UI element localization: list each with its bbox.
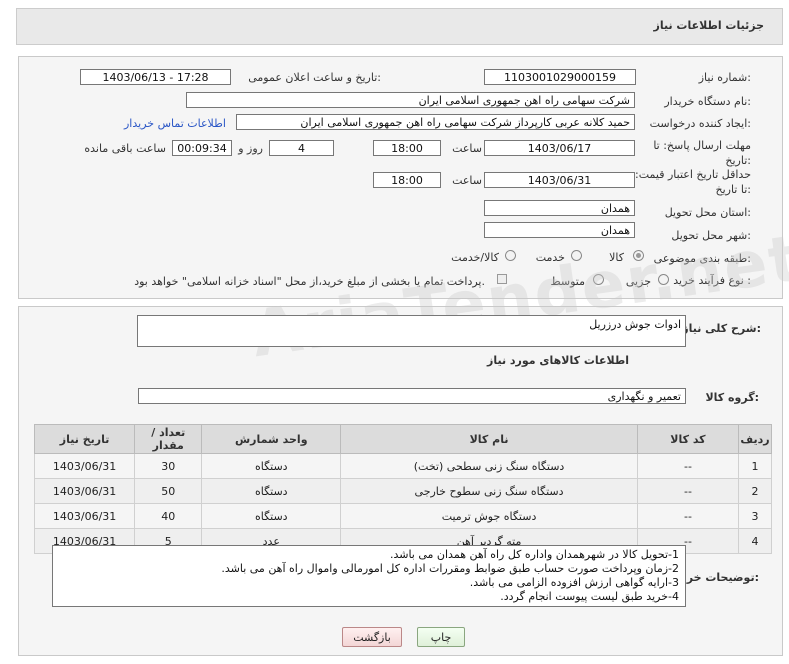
buyer-contact-link[interactable]: اطلاعات تماس خریدار	[124, 117, 226, 130]
need-number-label: شماره نیاز:	[698, 71, 751, 84]
cell-need-date: 1403/06/31	[33, 478, 136, 504]
goods-info-title: اطلاعات کالاهای مورد نیاز	[487, 354, 629, 367]
price-validity-time-label: ساعت	[452, 174, 482, 187]
cell-quantity: 40	[134, 503, 203, 529]
cell-row-number: 1	[737, 453, 773, 479]
days-label: روز و	[238, 142, 263, 155]
price-validity-time-field: 18:00	[373, 172, 441, 188]
announce-datetime-field: 1403/06/13 - 17:28	[80, 69, 231, 85]
reply-time-label: ساعت	[452, 142, 482, 155]
description-field: ادوات جوش درزریل	[137, 315, 686, 347]
requester-label: ایجاد کننده درخواست:	[649, 117, 751, 130]
days-field: 4	[269, 140, 334, 156]
remaining-time-label: ساعت باقی مانده	[84, 142, 166, 155]
cell-goods-name: دستگاه سنگ زنی سطوح خارجی	[340, 478, 638, 504]
cell-row-number: 4	[737, 528, 773, 554]
table-row: 1403/06/31 40 دستگاه دستگاه جوش ترمیت --…	[33, 503, 773, 529]
cell-unit: دستگاه	[201, 503, 342, 529]
category-option-goods-service: کالا/خدمت	[451, 251, 499, 264]
buyer-note-line: 1-تحویل کالا در شهرهمدان واداره کل راه آ…	[389, 548, 679, 561]
cell-goods-code: --	[636, 478, 739, 504]
table-row: 1403/06/31 50 دستگاه دستگاه سنگ زنی سطوح…	[33, 478, 773, 504]
buyer-note-line: 3-ارایه گواهی ارزش افزوده الزامی می باشد…	[469, 576, 679, 589]
header-goods-name: نام کالا	[340, 424, 638, 454]
header-row: ردیف	[737, 424, 773, 454]
cell-goods-name: دستگاه جوش ترمیت	[340, 503, 638, 529]
cell-row-number: 3	[737, 503, 773, 529]
page-title: جزئیات اطلاعات نیاز	[653, 19, 765, 32]
goods-table-header: تاریخ نیاز تعداد / مقدار واحد شمارش نام …	[33, 424, 773, 454]
cell-unit: دستگاه	[201, 478, 342, 504]
print-button[interactable]: چاپ	[417, 627, 465, 647]
price-validity-label: حداقل تاریخ اعتبار قیمت: تا تاریخ:	[635, 168, 751, 196]
buyer-org-field: شرکت سهامی راه اهن جمهوری اسلامی ایران	[186, 92, 635, 108]
buyer-org-label: نام دستگاه خریدار:	[664, 95, 751, 108]
province-field: همدان	[484, 200, 635, 216]
buyer-notes-field: 1-تحویل کالا در شهرهمدان واداره کل راه آ…	[52, 545, 686, 607]
requester-field: حمید کلانه عربی کارپرداز شرکت سهامی راه …	[236, 114, 635, 130]
city-field: همدان	[484, 222, 635, 238]
cell-goods-name: دستگاه سنگ زنی سطحی (تخت)	[340, 453, 638, 479]
province-label: استان محل تحویل:	[664, 206, 751, 219]
cell-quantity: 30	[134, 453, 203, 479]
cell-goods-code: --	[636, 453, 739, 479]
cell-unit: دستگاه	[201, 453, 342, 479]
cell-quantity: 50	[134, 478, 203, 504]
header-goods-code: کد کالا	[636, 424, 739, 454]
reply-deadline-label: مهلت ارسال پاسخ: تا تاریخ:	[653, 139, 751, 167]
buyer-note-line: 2-زمان وپرداخت صورت حساب طبق ضوابط ومقرر…	[221, 562, 679, 575]
reply-date-field: 1403/06/17	[484, 140, 635, 156]
goods-table: تاریخ نیاز تعداد / مقدار واحد شمارش نام …	[33, 424, 773, 554]
cell-goods-code: --	[636, 503, 739, 529]
need-number-field: 1103001029000159	[484, 69, 636, 85]
header-unit: واحد شمارش	[201, 424, 342, 454]
reply-time-field: 18:00	[373, 140, 441, 156]
goods-group-field: تعمیر و نگهداری	[138, 388, 686, 404]
price-validity-date-field: 1403/06/31	[484, 172, 635, 188]
header-need-date: تاریخ نیاز	[33, 424, 136, 454]
remaining-time-field: 00:09:34	[172, 140, 232, 156]
goods-group-label: گروه کالا:	[705, 391, 759, 404]
cell-need-date: 1403/06/31	[33, 503, 136, 529]
announce-datetime-label: تاریخ و ساعت اعلان عمومی:	[248, 71, 381, 84]
cell-row-number: 2	[737, 478, 773, 504]
buyer-note-line: 4-خرید طبق لیست پیوست انجام گردد.	[500, 590, 679, 603]
table-row: 1403/06/31 30 دستگاه دستگاه سنگ زنی سطحی…	[33, 453, 773, 479]
page-header: جزئیات اطلاعات نیاز	[16, 8, 783, 45]
category-radio-goods-service[interactable]	[505, 250, 516, 261]
cell-need-date: 1403/06/31	[33, 453, 136, 479]
description-label: شرح کلی نیاز:	[682, 322, 761, 335]
header-quantity: تعداد / مقدار	[134, 424, 203, 454]
back-button[interactable]: بازگشت	[342, 627, 402, 647]
